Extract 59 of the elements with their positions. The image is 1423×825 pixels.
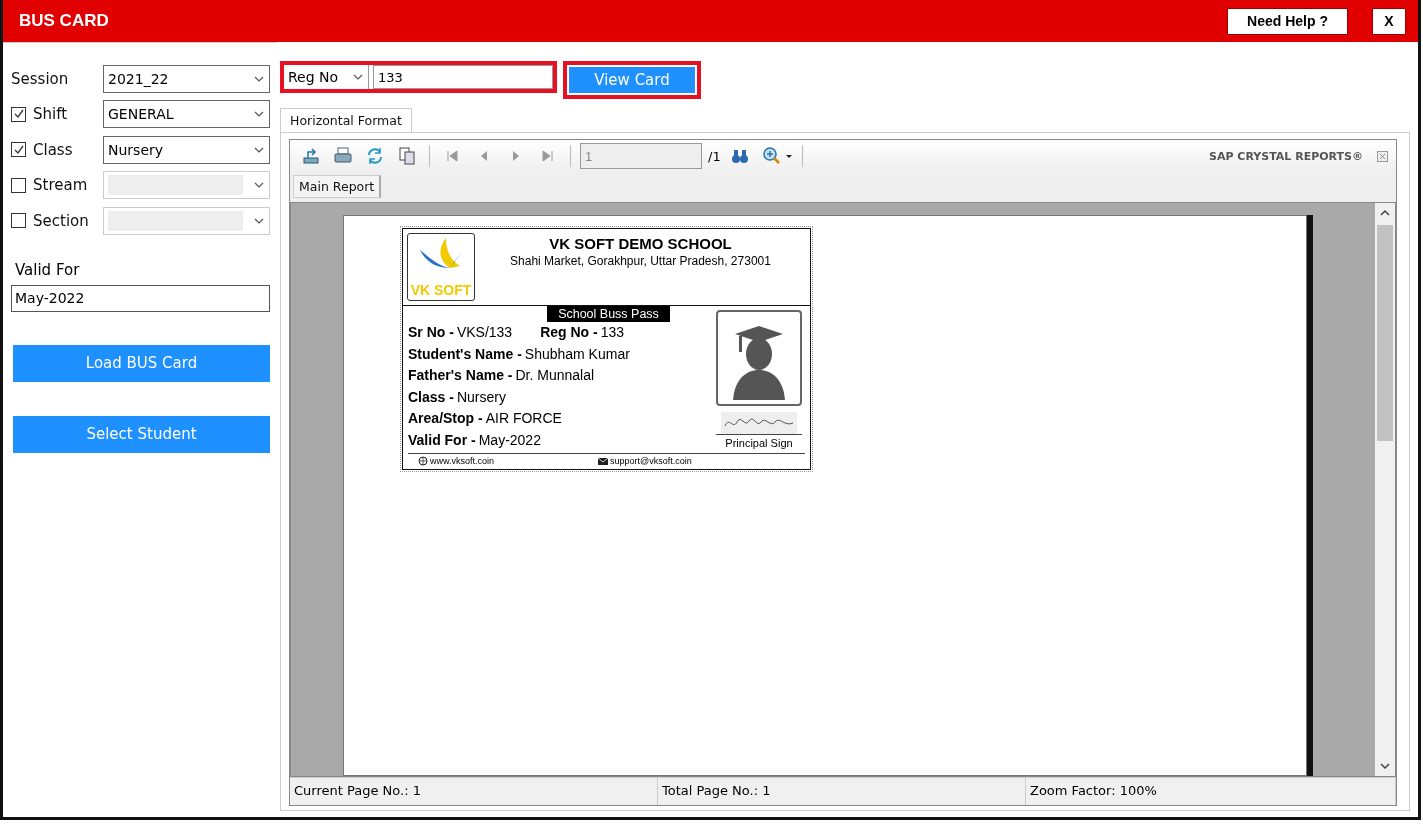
website-text: www.vksoft.coin [430,456,495,466]
field-label: Shift [33,105,68,124]
brand-label: SAP CRYSTAL REPORTS® [1209,149,1363,163]
status-text: Current Page No.: 1 [290,778,658,805]
tab[interactable]: Horizontal Format [280,108,412,132]
page-count: /1 [708,148,721,164]
field-label: Class [33,140,73,159]
field-value: Shubham Kumar [524,344,630,364]
field-value: Nursery [456,387,506,407]
input-field[interactable]: May-2022 [11,284,270,312]
school-name: VK SOFT DEMO SCHOOL [548,235,733,252]
field-value: VKS/133 [456,323,513,342]
dropdown[interactable]: Reg No [284,65,369,89]
tab[interactable]: Main Report [293,175,382,198]
zoom-icon [761,146,782,166]
field-label: Stream [33,176,88,195]
mail-icon [598,456,609,466]
field-label: Father's Name - [408,366,513,385]
window-title: BUS CARD [19,11,109,31]
caret-icon [352,72,364,82]
copy-icon [397,146,417,166]
refresh-icon [365,146,385,166]
school-address: Shahi Market, Gorakhpur, Uttar Pradesh, 273001 [509,254,772,268]
field-value: AIR FORCE [485,409,562,428]
field-label: Valid For - [408,430,476,450]
globe-icon [418,456,428,466]
scrollbar[interactable] [1375,203,1395,776]
export-icon [301,146,321,166]
signature-label: Principal Sign [716,434,802,449]
status-text: Zoom Factor: 100% [1026,778,1396,805]
field-value: May-2022 [478,430,541,450]
checkbox[interactable] [11,142,26,158]
email-text: support@vksoft.coin [610,456,692,466]
field-label: Valid For [14,260,81,279]
input-field[interactable]: 133 [373,65,553,89]
field-label: Area/Stop - [408,409,483,428]
scroll-down-icon [1379,760,1391,772]
dropdown-arrow-icon [784,153,793,159]
status-text: Total Page No.: 1 [658,778,1026,805]
field-value: 133 [600,323,625,342]
field-label: Reg No - [540,323,598,342]
dropdown[interactable]: GENERAL [103,100,270,129]
field-label: Session [11,69,69,88]
check-icon [12,143,25,156]
field-label: Student's Name - [408,344,522,364]
pass-title: School Buss Pass [547,306,670,322]
field-label: Class - [408,387,454,407]
print-icon [333,146,353,166]
dropdown[interactable]: 2021_22 [103,64,270,93]
close-button[interactable]: X [1372,7,1406,35]
help-button[interactable]: Need Help ? [1227,7,1348,35]
checkbox[interactable] [11,106,26,122]
field-label: Sr No - [408,323,454,342]
close-icon [1377,150,1388,162]
logo-text: VK SOFT [410,282,472,298]
dropdown[interactable]: Nursery [103,135,270,164]
field-value: Dr. Munnalal [515,366,595,385]
field-label: Section [33,211,89,230]
scroll-thumb[interactable] [1377,225,1393,441]
